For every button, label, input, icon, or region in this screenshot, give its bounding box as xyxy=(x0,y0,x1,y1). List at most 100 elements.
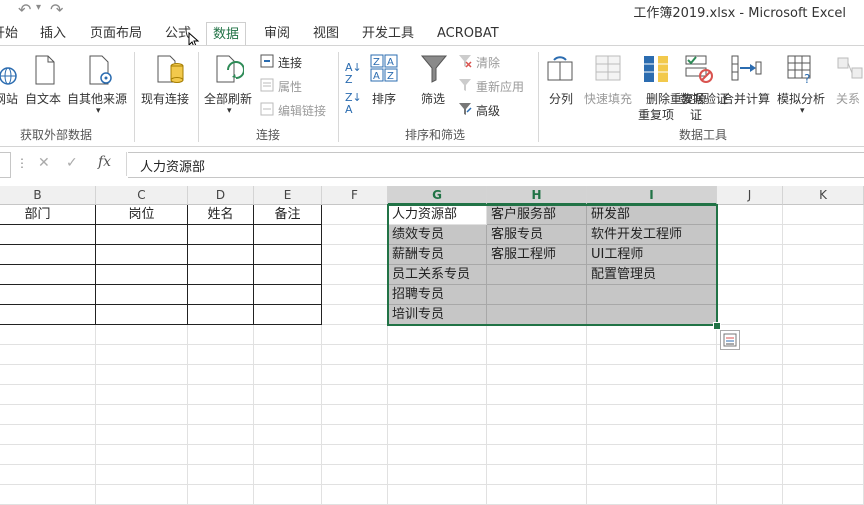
from-text-button-label[interactable]: 自文本 xyxy=(25,90,61,107)
chevron-down-icon[interactable]: ▾ xyxy=(96,106,101,116)
tab-review[interactable]: 审阅 xyxy=(264,22,290,46)
name-box[interactable] xyxy=(0,152,11,178)
chevron-down-icon[interactable]: ▾ xyxy=(800,106,805,116)
grid-cell[interactable] xyxy=(322,425,388,445)
text-to-columns-button-label[interactable]: 分列 xyxy=(549,90,573,107)
grid-cell[interactable] xyxy=(96,485,188,505)
grid-cell[interactable] xyxy=(188,425,254,445)
table-cell[interactable] xyxy=(188,305,254,325)
remove-duplicates-button-label-2[interactable]: 重复项 xyxy=(638,106,674,123)
grid-cell[interactable] xyxy=(783,485,864,505)
grid-cell[interactable] xyxy=(783,245,864,265)
selected-cell[interactable]: 研发部 xyxy=(587,205,717,225)
grid-cell[interactable] xyxy=(783,285,864,305)
grid-cell[interactable] xyxy=(717,405,783,425)
column-header-d[interactable]: D xyxy=(188,186,254,205)
grid-cell[interactable] xyxy=(717,305,783,325)
grid-cell[interactable] xyxy=(322,265,388,285)
grid-cell[interactable] xyxy=(783,305,864,325)
grid-cell[interactable] xyxy=(388,345,487,365)
undo-icon[interactable]: ↶ xyxy=(18,0,31,19)
grid-cell[interactable] xyxy=(322,385,388,405)
data-validation-icon[interactable] xyxy=(684,54,714,84)
table-cell[interactable] xyxy=(0,265,96,285)
grid-cell[interactable] xyxy=(487,485,587,505)
grid-cell[interactable] xyxy=(783,205,864,225)
grid-cell[interactable] xyxy=(254,365,322,385)
tab-developer[interactable]: 开发工具 xyxy=(362,22,414,46)
grid-cell[interactable] xyxy=(717,365,783,385)
from-other-sources-button-label[interactable]: 自其他来源 xyxy=(67,90,127,107)
table-cell[interactable] xyxy=(96,265,188,285)
grid-cell[interactable] xyxy=(717,205,783,225)
column-header-c[interactable]: C xyxy=(96,186,188,205)
consolidate-button-label[interactable]: 合并计算 xyxy=(722,90,770,107)
advanced-button-label[interactable]: 高级 xyxy=(476,102,500,119)
grid-cell[interactable] xyxy=(322,405,388,425)
what-if-icon[interactable]: ? xyxy=(786,54,816,84)
column-header-b[interactable]: B xyxy=(0,186,96,205)
grid-cell[interactable] xyxy=(322,245,388,265)
grid-cell[interactable] xyxy=(322,445,388,465)
selected-cell[interactable] xyxy=(487,265,587,285)
column-header-i[interactable]: I xyxy=(587,186,717,205)
table-cell[interactable] xyxy=(254,265,322,285)
undo-dropdown-icon[interactable]: ▾ xyxy=(36,2,41,13)
active-cell[interactable]: 人力资源部 xyxy=(388,205,487,225)
grid-cell[interactable] xyxy=(188,405,254,425)
sort-descending-icon[interactable]: Z↓ A xyxy=(345,92,362,116)
grid-cell[interactable] xyxy=(96,365,188,385)
grid-cell[interactable] xyxy=(322,205,388,225)
grid-cell[interactable] xyxy=(0,445,96,465)
tab-data[interactable]: 数据 xyxy=(206,22,247,47)
grid-cell[interactable] xyxy=(388,485,487,505)
connections-button-label[interactable]: 连接 xyxy=(278,54,302,71)
grid-cell[interactable] xyxy=(388,385,487,405)
grid-cell[interactable] xyxy=(487,465,587,485)
grid-cell[interactable] xyxy=(587,345,717,365)
grid-cell[interactable] xyxy=(0,465,96,485)
grid-cell[interactable] xyxy=(717,425,783,445)
grid-cell[interactable] xyxy=(96,325,188,345)
grid-cell[interactable] xyxy=(188,365,254,385)
table-header-cell[interactable]: 备注 xyxy=(254,205,322,225)
selected-cell[interactable]: 员工关系专员 xyxy=(388,265,487,285)
table-cell[interactable] xyxy=(96,225,188,245)
grid-cell[interactable] xyxy=(717,225,783,245)
data-validation-button-label[interactable]: 数据验证 xyxy=(680,90,728,107)
grid-cell[interactable] xyxy=(783,345,864,365)
grid-cell[interactable] xyxy=(487,325,587,345)
table-cell[interactable] xyxy=(96,285,188,305)
table-cell[interactable] xyxy=(0,285,96,305)
table-header-cell[interactable]: 岗位 xyxy=(96,205,188,225)
grid-cell[interactable] xyxy=(487,365,587,385)
selected-cell[interactable]: 培训专员 xyxy=(388,305,487,325)
grid-cell[interactable] xyxy=(188,325,254,345)
selected-cell[interactable]: 客服工程师 xyxy=(487,245,587,265)
grid-cell[interactable] xyxy=(388,465,487,485)
grid-cell[interactable] xyxy=(188,385,254,405)
grid-cell[interactable] xyxy=(717,385,783,405)
formula-text[interactable]: 人力资源部 xyxy=(140,156,205,175)
grid-cell[interactable] xyxy=(587,405,717,425)
grid-cell[interactable] xyxy=(388,325,487,345)
grid-cell[interactable] xyxy=(587,445,717,465)
name-box-dropdown-icon[interactable]: ⋮ xyxy=(16,156,28,170)
grid-cell[interactable] xyxy=(783,445,864,465)
grid-cell[interactable] xyxy=(717,465,783,485)
grid-cell[interactable] xyxy=(783,405,864,425)
grid-cell[interactable] xyxy=(322,225,388,245)
grid-cell[interactable] xyxy=(717,485,783,505)
cancel-icon[interactable]: ✕ xyxy=(38,155,50,171)
consolidate-icon[interactable] xyxy=(730,54,762,84)
selected-cell[interactable]: 绩效专员 xyxy=(388,225,487,245)
grid-cell[interactable] xyxy=(587,325,717,345)
quick-analysis-button[interactable] xyxy=(720,330,740,350)
worksheet-grid[interactable]: B C D E F G H I J K 部门 岗位 姓名 备注 人力资源部 客户服务部 研发… xyxy=(0,186,864,505)
formula-input[interactable] xyxy=(128,152,864,178)
grid-cell[interactable] xyxy=(96,405,188,425)
table-cell[interactable] xyxy=(254,285,322,305)
grid-cell[interactable] xyxy=(0,485,96,505)
selected-cell[interactable] xyxy=(487,305,587,325)
table-cell[interactable] xyxy=(0,225,96,245)
